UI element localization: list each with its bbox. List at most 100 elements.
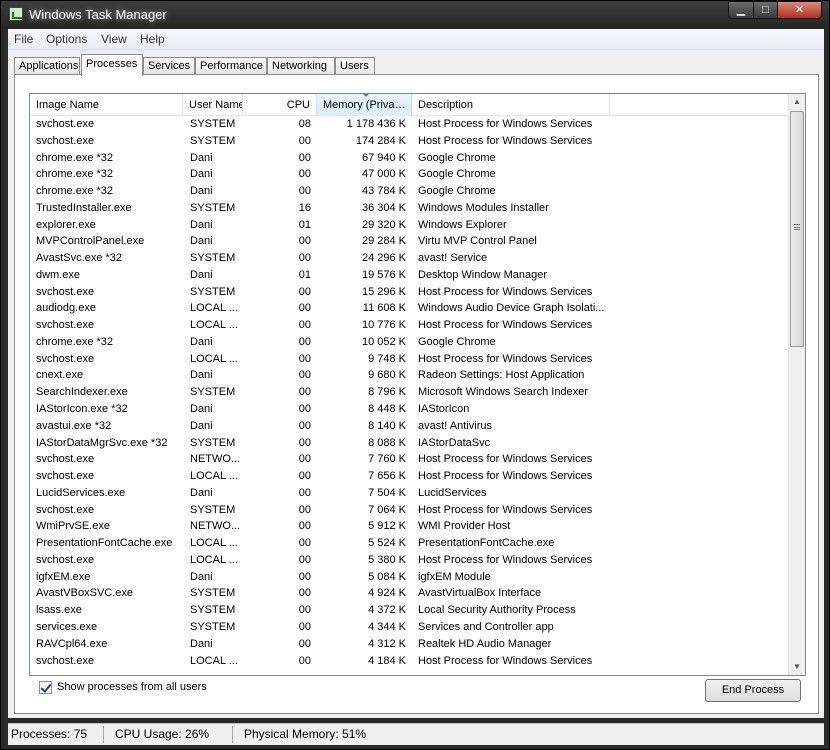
scroll-down-icon[interactable]: ▼ [789,659,805,675]
status-physical-memory: Physical Memory: 51% [244,727,367,741]
scroll-up-icon[interactable]: ▲ [789,94,805,110]
show-all-users-checkbox[interactable] [39,681,52,694]
table-row[interactable]: AvastSvc.exe *32 SYSTEM 00 24 296 K avast! S… [30,250,788,267]
column-description[interactable]: Description [412,94,610,116]
tab-networking[interactable]: Networking [267,57,335,75]
table-row[interactable]: AvastVBoxSVC.exe SYSTEM 00 4 924 K AvastVirt… [30,585,788,602]
process-memory: 8 796 K [368,386,406,399]
process-memory: 15 296 K [361,285,406,298]
process-memory: 11 608 K [362,302,406,315]
process-cpu: 00 [298,285,311,298]
process-description: Host Process for Windows Services [418,319,593,332]
tab-processes[interactable]: Processes [81,54,143,76]
process-cpu: 00 [298,352,311,365]
table-row[interactable]: igfxEM.exe Dani 00 5 084 K igfxEM Module [30,569,788,586]
table-row[interactable]: MVPControlPanel.exe Dani 00 29 284 K Virtu M… [30,233,788,250]
table-row[interactable]: RAVCpl64.exe Dani 00 4 312 K Realtek HD Audi… [30,636,788,653]
close-button[interactable]: ✕ [777,1,822,19]
process-memory: 8 088 K [368,436,406,449]
process-image-name: svchost.exe [36,453,95,466]
table-row[interactable]: SearchIndexer.exe SYSTEM 00 8 796 K Microsof… [30,384,788,401]
process-description: avast! Antivirus [418,419,492,432]
process-user-name: Dani [190,369,213,382]
process-description: Host Process for Windows Services [418,118,593,130]
process-user-name: SYSTEM [190,386,236,399]
table-row[interactable]: svchost.exe LOCAL ... 00 5 380 K Host Proces… [30,552,788,569]
table-row[interactable]: svchost.exe SYSTEM 08 1 178 436 K Host Proce… [30,116,788,133]
scroll-thumb[interactable] [790,111,804,347]
table-row[interactable]: IAStorDataMgrSvc.exe *32 SYSTEM 00 8 088 K I… [30,435,788,452]
table-row[interactable]: chrome.exe *32 Dani 00 67 940 K Google Chrom… [30,150,788,167]
tab-performance[interactable]: Performance [195,57,267,75]
table-row[interactable]: WmiPrvSE.exe NETWO... 00 5 912 K WMI Provide… [30,518,788,535]
tab-applications[interactable]: Applications [14,57,80,75]
status-bar: Processes: 75 CPU Usage: 26% Physical Me… [8,723,824,745]
table-row[interactable]: svchost.exe LOCAL ... 00 10 776 K Host Proce… [30,317,788,334]
process-cpu: 00 [298,386,311,399]
title-bar[interactable]: Windows Task Manager ▁ □ ✕ [1,1,829,29]
table-row[interactable]: IAStorIcon.exe *32 Dani 00 8 448 K IAStorIco… [30,401,788,418]
table-row[interactable]: svchost.exe LOCAL ... 00 4 184 K Host Proces… [30,653,788,670]
table-row[interactable]: svchost.exe SYSTEM 00 174 284 K Host Process… [30,133,788,150]
process-image-name: LucidServices.exe [36,486,126,499]
process-image-name: SearchIndexer.exe [36,386,128,399]
table-row[interactable]: avastui.exe *32 Dani 00 8 140 K avast! Antiv… [30,418,788,435]
tab-users[interactable]: Users [335,57,375,75]
process-memory: 19 576 K [361,268,406,281]
process-user-name: Dani [190,218,213,231]
column-memory[interactable]: Memory (Priva… [317,94,412,116]
vertical-scrollbar[interactable]: ▲ ▼ [788,94,805,675]
process-description: avast! Service [418,252,488,265]
table-row[interactable]: services.exe SYSTEM 00 4 344 K Services and … [30,619,788,636]
process-cpu: 00 [298,620,311,633]
process-image-name: svchost.exe [36,352,95,365]
process-memory: 10 052 K [361,335,406,348]
table-row[interactable]: chrome.exe *32 Dani 00 47 000 K Google Chrom… [30,166,788,183]
process-description: Realtek HD Audio Manager [418,637,552,650]
table-row[interactable]: chrome.exe *32 Dani 00 10 052 K Google Chrom… [30,334,788,351]
table-row[interactable]: TrustedInstaller.exe SYSTEM 16 36 304 K Wind… [30,200,788,217]
table-row[interactable]: lsass.exe SYSTEM 00 4 372 K Local Security A… [30,602,788,619]
table-row[interactable]: chrome.exe *32 Dani 00 43 784 K Google Chrom… [30,183,788,200]
process-user-name: Dani [190,168,213,181]
column-image-name[interactable]: Image Name [30,94,183,116]
column-cpu[interactable]: CPU [243,94,317,116]
process-image-name: svchost.exe [36,470,95,483]
process-memory: 36 304 K [361,201,406,214]
process-description: IAStorIcon [418,403,470,416]
menu-help[interactable]: Help [140,32,165,46]
process-image-name: RAVCpl64.exe [36,637,108,650]
process-image-name: chrome.exe *32 [36,185,114,198]
table-row[interactable]: audiodg.exe LOCAL ... 00 11 608 K Windows Au… [30,300,788,317]
table-row[interactable]: svchost.exe NETWO... 00 7 760 K Host Process… [30,451,788,468]
process-list[interactable]: Image Name User Name CPU Memory (Priva… … [29,93,806,676]
table-row[interactable]: explorer.exe Dani 01 29 320 K Windows Explor… [30,217,788,234]
menu-options[interactable]: Options [46,32,87,46]
table-row[interactable]: dwm.exe Dani 01 19 576 K Desktop Window Mana… [30,267,788,284]
table-row[interactable]: svchost.exe SYSTEM 00 7 064 K Host Process f… [30,502,788,519]
process-memory: 10 776 K [361,319,406,332]
process-user-name: Dani [190,486,213,499]
table-row[interactable]: LucidServices.exe Dani 00 7 504 K LucidServi… [30,485,788,502]
status-cpu-usage: CPU Usage: 26% [115,727,210,741]
menu-view[interactable]: View [101,32,127,46]
minimize-button[interactable]: ▁ [728,1,754,19]
menu-file[interactable]: File [14,32,33,46]
process-description: Google Chrome [418,335,496,348]
process-image-name: avastui.exe *32 [36,419,112,432]
table-row[interactable]: svchost.exe SYSTEM 00 15 296 K Host Process … [30,284,788,301]
column-user-name[interactable]: User Name [183,94,243,116]
table-row[interactable]: PresentationFontCache.exe LOCAL ... 00 5 52… [30,535,788,552]
process-memory: 7 760 K [368,453,406,466]
process-cpu: 00 [298,503,311,516]
table-row[interactable]: svchost.exe LOCAL ... 00 7 656 K Host Proces… [30,468,788,485]
process-memory: 7 504 K [368,486,406,499]
process-image-name: svchost.exe [36,285,95,298]
table-row[interactable]: svchost.exe LOCAL ... 00 9 748 K Host Proces… [30,351,788,368]
end-process-button[interactable]: End Process [705,679,801,702]
tab-services[interactable]: Services [143,57,195,75]
maximize-button[interactable]: □ [753,1,778,19]
process-description: Host Process for Windows Services [418,134,593,147]
process-image-name: svchost.exe [36,654,95,667]
table-row[interactable]: cnext.exe Dani 00 9 680 K Radeon Settings: H… [30,367,788,384]
